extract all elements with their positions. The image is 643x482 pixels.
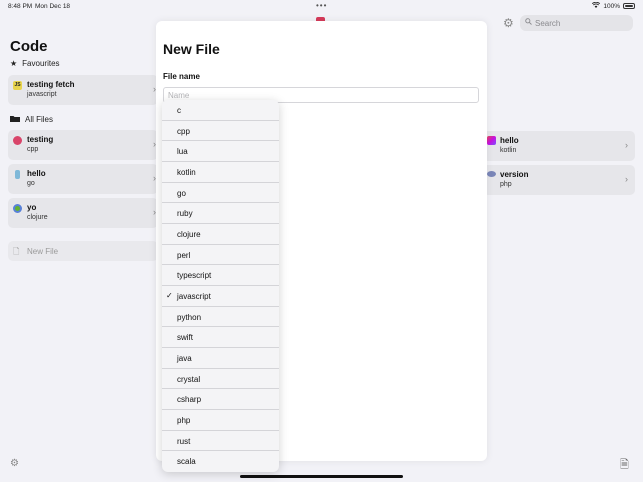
home-indicator bbox=[240, 475, 403, 478]
cpp-file-icon bbox=[13, 136, 22, 145]
language-option-label: cpp bbox=[177, 126, 190, 136]
language-option-label: swift bbox=[177, 333, 193, 343]
settings-icon[interactable]: ⚙ bbox=[503, 16, 514, 30]
clojure-file-icon bbox=[13, 204, 22, 213]
language-option-label: clojure bbox=[177, 229, 201, 239]
file-name: testing fetch bbox=[27, 80, 75, 89]
language-option-label: php bbox=[177, 415, 191, 425]
file-language: javascript bbox=[27, 91, 57, 98]
all-files-header: All Files bbox=[10, 115, 53, 124]
sheet-title: New File bbox=[163, 41, 220, 57]
language-option-label: go bbox=[177, 188, 186, 198]
language-menu: c cpp lua kotlin go ruby clojure perl typescript… bbox=[162, 100, 279, 472]
language-option-lua[interactable]: lua bbox=[162, 141, 279, 162]
go-file-icon bbox=[15, 170, 20, 179]
language-option-scala[interactable]: scala bbox=[162, 451, 279, 472]
status-date: Mon Dec 18 bbox=[35, 3, 71, 10]
new-document-icon[interactable]: 🗎 bbox=[620, 456, 629, 475]
chevron-right-icon: › bbox=[625, 174, 628, 184]
favourite-file-card[interactable]: JS testing fetch javascript › bbox=[8, 75, 158, 105]
language-option-label: rust bbox=[177, 436, 191, 446]
language-option-javascript[interactable]: ✓ javascript bbox=[162, 286, 279, 307]
favourites-header: ★ Favourites bbox=[10, 59, 60, 68]
language-option-label: crystal bbox=[177, 374, 201, 384]
settings-gear-icon[interactable]: ⚙ bbox=[10, 458, 19, 469]
language-option-label: kotlin bbox=[177, 167, 196, 177]
file-language: php bbox=[500, 181, 512, 188]
file-language: kotlin bbox=[500, 147, 517, 154]
file-card[interactable]: yo clojure › bbox=[8, 198, 158, 228]
language-option-label: java bbox=[177, 353, 192, 363]
language-option-label: python bbox=[177, 312, 202, 322]
folder-icon bbox=[10, 115, 20, 124]
battery-icon bbox=[623, 3, 635, 9]
chevron-right-icon: › bbox=[625, 140, 628, 150]
javascript-file-icon: JS bbox=[13, 81, 22, 90]
language-option-rust[interactable]: rust bbox=[162, 431, 279, 452]
file-language: cpp bbox=[27, 146, 39, 153]
status-time: 8:48 PM bbox=[8, 3, 33, 10]
file-name: hello bbox=[27, 169, 46, 178]
sidebar-new-file-button[interactable]: 🗋 New File bbox=[8, 241, 158, 261]
language-option-python[interactable]: python bbox=[162, 307, 279, 328]
file-language: clojure bbox=[27, 214, 48, 221]
checkmark-icon: ✓ bbox=[166, 290, 173, 300]
language-option-label: c bbox=[177, 106, 181, 115]
language-option-label: perl bbox=[177, 250, 191, 260]
language-option-kotlin[interactable]: kotlin bbox=[162, 162, 279, 183]
kotlin-file-icon bbox=[487, 136, 496, 145]
new-file-label: New File bbox=[27, 247, 59, 256]
language-option-go[interactable]: go bbox=[162, 183, 279, 204]
favourites-label: Favourites bbox=[22, 59, 60, 68]
wifi-icon bbox=[592, 1, 601, 10]
status-indicators: 100% bbox=[592, 1, 635, 10]
file-card[interactable]: hello go › bbox=[8, 164, 158, 194]
file-name: version bbox=[500, 170, 529, 179]
language-option-csharp[interactable]: csharp bbox=[162, 389, 279, 410]
new-file-icon: 🗋 bbox=[13, 247, 20, 256]
language-option-label: javascript bbox=[177, 291, 211, 301]
file-card[interactable]: version php › bbox=[483, 165, 635, 195]
search-icon bbox=[525, 18, 532, 27]
language-option-c[interactable]: c bbox=[162, 100, 279, 121]
file-name-label: File name bbox=[163, 72, 200, 81]
language-option-label: typescript bbox=[177, 271, 212, 281]
battery-percent: 100% bbox=[603, 2, 620, 10]
file-card[interactable]: testing cpp › bbox=[8, 130, 158, 160]
language-option-clojure[interactable]: clojure bbox=[162, 224, 279, 245]
search-input[interactable] bbox=[535, 16, 630, 30]
language-option-label: lua bbox=[177, 147, 188, 157]
language-option-typescript[interactable]: typescript bbox=[162, 265, 279, 286]
file-language: go bbox=[27, 180, 35, 187]
multitasking-dots-icon[interactable]: ••• bbox=[316, 1, 327, 10]
star-icon: ★ bbox=[10, 59, 18, 68]
language-option-swift[interactable]: swift bbox=[162, 327, 279, 348]
language-option-java[interactable]: java bbox=[162, 348, 279, 369]
language-option-label: scala bbox=[177, 457, 196, 467]
all-files-label: All Files bbox=[25, 115, 54, 124]
file-card[interactable]: hello kotlin › bbox=[483, 131, 635, 161]
app-title: Code bbox=[10, 38, 48, 55]
language-option-php[interactable]: php bbox=[162, 410, 279, 431]
search-bar[interactable] bbox=[520, 15, 633, 31]
file-name: testing bbox=[27, 135, 54, 144]
language-option-crystal[interactable]: crystal bbox=[162, 369, 279, 390]
language-option-perl[interactable]: perl bbox=[162, 245, 279, 266]
php-file-icon bbox=[487, 171, 496, 177]
file-name: hello bbox=[500, 136, 519, 145]
language-option-cpp[interactable]: cpp bbox=[162, 121, 279, 142]
file-name: yo bbox=[27, 203, 37, 212]
status-bar: 8:48 PM Mon Dec 18 ••• 100% bbox=[0, 0, 643, 14]
language-option-label: csharp bbox=[177, 395, 202, 405]
language-option-ruby[interactable]: ruby bbox=[162, 203, 279, 224]
language-option-label: ruby bbox=[177, 209, 193, 219]
